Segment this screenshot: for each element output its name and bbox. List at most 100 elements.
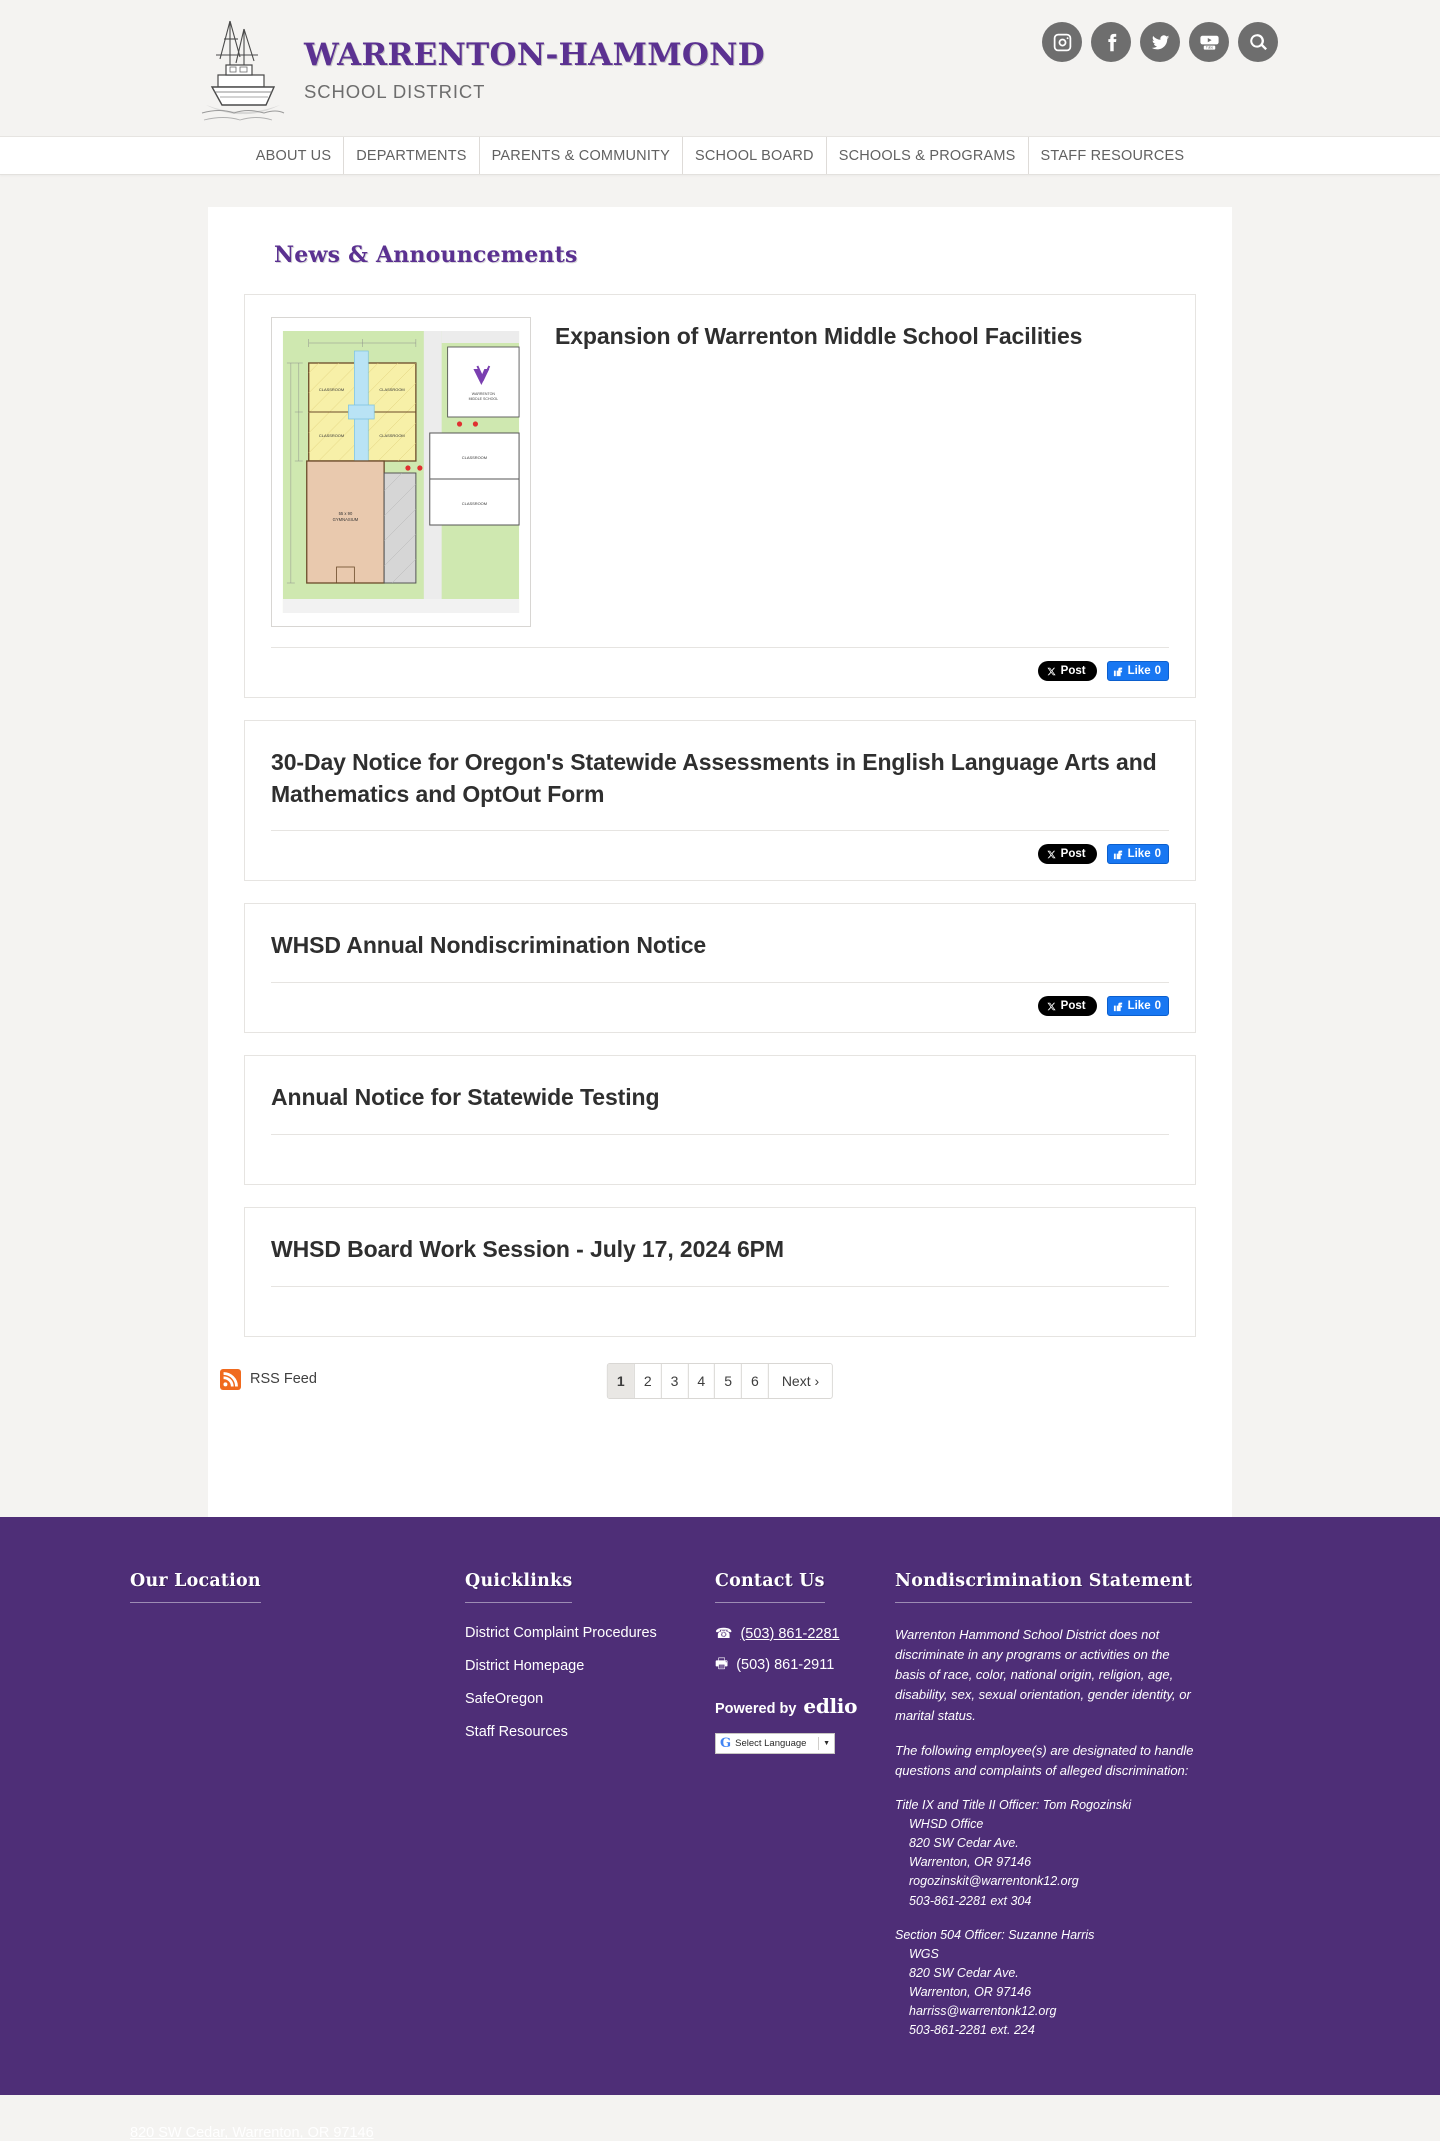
contact-fax-value: (503) 861-2911 (736, 1657, 835, 1673)
page-button-next[interactable]: Next › (767, 1363, 833, 1398)
news-article[interactable]: WHSD Annual Nondiscrimination Notice Pos… (244, 903, 1196, 1034)
officer-title: Title IX and Title II Officer: Tom Rogoz… (895, 1797, 1132, 1812)
quicklink-district-complaint-procedures[interactable]: District Complaint Procedures (465, 1625, 697, 1641)
footer-column-contact: Contact Us ☎ (503) 861-2281 🖶 (503) 861-… (715, 1571, 895, 2055)
page-button-1[interactable]: 1 (607, 1363, 634, 1398)
facebook-icon[interactable] (1091, 22, 1131, 62)
officer-org: WGS (909, 1946, 939, 1961)
page-button-6[interactable]: 6 (741, 1363, 768, 1398)
rss-feed-link[interactable]: RSS Feed (220, 1368, 317, 1390)
contact-phone-link[interactable]: (503) 861-2281 (740, 1626, 839, 1642)
news-article[interactable]: Annual Notice for Statewide Testing (244, 1055, 1196, 1185)
article-share-bar: Post Like 0 (271, 982, 1169, 1017)
social-links: Tube (1042, 22, 1278, 62)
svg-text:MIDDLE SCHOOL: MIDDLE SCHOOL (469, 397, 499, 401)
facebook-like-label: Like (1127, 1000, 1151, 1013)
search-icon[interactable] (1238, 22, 1278, 62)
news-article[interactable]: 30-Day Notice for Oregon's Statewide Ass… (244, 720, 1196, 882)
nav-item-school-board[interactable]: SCHOOL BOARD (682, 137, 826, 174)
site-header: WARRENTON-HAMMOND SCHOOL DISTRICT Tube (0, 0, 1440, 137)
nondiscrimination-paragraph-1: Warrenton Hammond School District does n… (895, 1627, 1191, 1723)
nav-item-parents-community[interactable]: PARENTS & COMMUNITY (478, 137, 682, 174)
officer-street: 820 SW Cedar Ave. (909, 1965, 1019, 1980)
nav-item-schools-programs[interactable]: SCHOOLS & PROGRAMS (825, 137, 1028, 174)
main-navigation: ABOUT US DEPARTMENTS PARENTS & COMMUNITY… (0, 137, 1440, 175)
nondiscrimination-paragraph-2: The following employee(s) are designated… (895, 1742, 1194, 1778)
nav-item-departments[interactable]: DEPARTMENTS (343, 137, 478, 174)
article-title[interactable]: Annual Notice for Statewide Testing (271, 1078, 1169, 1114)
facebook-like-button[interactable]: Like 0 (1106, 661, 1169, 681)
facebook-like-label: Like (1127, 665, 1151, 677)
officer-city: Warrenton, OR 97146 (909, 1855, 1032, 1870)
article-share-bar (271, 1285, 1169, 1320)
article-title[interactable]: WHSD Board Work Session - July 17, 2024 … (271, 1230, 1169, 1266)
quicklink-safeoregon[interactable]: SafeOregon (465, 1691, 697, 1707)
twitter-icon[interactable] (1140, 22, 1180, 62)
x-post-label: Post (1060, 1000, 1086, 1013)
officer-email[interactable]: rogozinskit@warrentonk12.org (895, 1872, 1292, 1891)
chevron-down-icon: ▼ (823, 1740, 830, 1747)
quicklink-staff-resources[interactable]: Staff Resources (465, 1724, 697, 1740)
google-translate-select[interactable]: G Select Language ▼ (715, 1733, 835, 1754)
nav-item-about-us[interactable]: ABOUT US (244, 137, 343, 174)
officer-email[interactable]: harriss@warrentonk12.org (895, 2002, 1292, 2021)
svg-text:CLASSROOM: CLASSROOM (319, 387, 344, 392)
svg-text:55 x 90: 55 x 90 (339, 511, 353, 516)
fax-icon: 🖶 (715, 1655, 729, 1671)
x-post-button[interactable]: Post (1037, 996, 1097, 1017)
x-post-button[interactable]: Post (1037, 844, 1097, 865)
x-post-button[interactable]: Post (1037, 661, 1097, 681)
article-title[interactable]: WHSD Annual Nondiscrimination Notice (271, 926, 1169, 962)
contact-fax-row: 🖶 (503) 861-2911 (715, 1653, 877, 1677)
facebook-like-label: Like (1127, 848, 1151, 861)
page-button-4[interactable]: 4 (687, 1363, 715, 1398)
article-share-bar: Post Like 0 (271, 830, 1169, 865)
page-wrapper: News & Announcements WARRENTON MIDDLE SC… (0, 175, 1440, 1517)
article-title[interactable]: Expansion of Warrenton Middle School Fac… (555, 317, 1169, 353)
instagram-icon[interactable] (1042, 22, 1082, 62)
page-title: News & Announcements (274, 242, 578, 268)
powered-by-edlio[interactable]: Powered by edlio (715, 1694, 877, 1718)
district-name: WARRENTON-HAMMOND (304, 37, 765, 74)
rss-icon (220, 1368, 241, 1390)
contact-phone-row: ☎ (503) 861-2281 (715, 1625, 877, 1642)
edlio-wordmark: edlio (803, 1694, 858, 1718)
officer-city: Warrenton, OR 97146 (909, 1985, 1032, 2000)
footer-column-nondiscrimination: Nondiscrimination Statement Warrenton Ha… (895, 1571, 1310, 2055)
footer-address-link[interactable]: 820 SW Cedar, Warrenton, OR 97146 (130, 2125, 374, 2141)
footer-column-location: Our Location 820 SW Cedar, Warrenton, OR… (130, 1571, 465, 2141)
svg-text:CLASSROOM: CLASSROOM (462, 501, 487, 506)
facebook-like-button[interactable]: Like 0 (1106, 844, 1169, 865)
nav-item-staff-resources[interactable]: STAFF RESOURCES (1027, 137, 1197, 174)
news-article[interactable]: WARRENTON MIDDLE SCHOOL CLASSROOM CLASSR… (244, 294, 1196, 698)
footer-heading-quicklinks: Quicklinks (465, 1571, 573, 1603)
svg-text:CLASSROOM: CLASSROOM (462, 455, 487, 460)
translate-selected-language: Select Language (735, 1738, 807, 1749)
officer-phone: 503-861-2281 ext 304 (909, 1893, 1032, 1908)
news-article[interactable]: WHSD Board Work Session - July 17, 2024 … (244, 1206, 1196, 1337)
page-button-2[interactable]: 2 (633, 1363, 661, 1398)
officer-org: WHSD Office (909, 1817, 984, 1832)
phone-icon: ☎ (715, 1625, 733, 1641)
article-title[interactable]: 30-Day Notice for Oregon's Statewide Ass… (271, 743, 1169, 810)
footer-heading-our-location: Our Location (130, 1571, 261, 1603)
page-button-5[interactable]: 5 (714, 1363, 742, 1398)
site-footer: Our Location 820 SW Cedar, Warrenton, OR… (0, 1517, 1440, 2141)
google-logo-icon: G (720, 1736, 732, 1751)
article-thumbnail[interactable]: WARRENTON MIDDLE SCHOOL CLASSROOM CLASSR… (271, 317, 531, 627)
page-button-3[interactable]: 3 (660, 1363, 688, 1398)
facebook-like-count: 0 (1154, 665, 1161, 677)
fishing-boat-logo-icon (200, 9, 286, 129)
youtube-icon[interactable]: Tube (1189, 22, 1229, 62)
district-subtitle: SCHOOL DISTRICT (304, 80, 486, 102)
officer-title: Section 504 Officer: Suzanne Harris (895, 1927, 1095, 1942)
svg-text:CLASSROOM: CLASSROOM (379, 433, 404, 438)
svg-text:CLASSROOM: CLASSROOM (379, 387, 404, 392)
x-post-label: Post (1060, 848, 1086, 861)
facebook-like-button[interactable]: Like 0 (1106, 996, 1169, 1017)
feed-footer: RSS Feed 1 2 3 4 5 6 Next › (220, 1362, 1196, 1423)
powered-by-label: Powered by (715, 1701, 797, 1717)
site-brand[interactable]: WARRENTON-HAMMOND SCHOOL DISTRICT (200, 0, 765, 137)
quicklink-district-homepage[interactable]: District Homepage (465, 1658, 697, 1674)
news-content-card: News & Announcements WARRENTON MIDDLE SC… (208, 207, 1232, 1517)
